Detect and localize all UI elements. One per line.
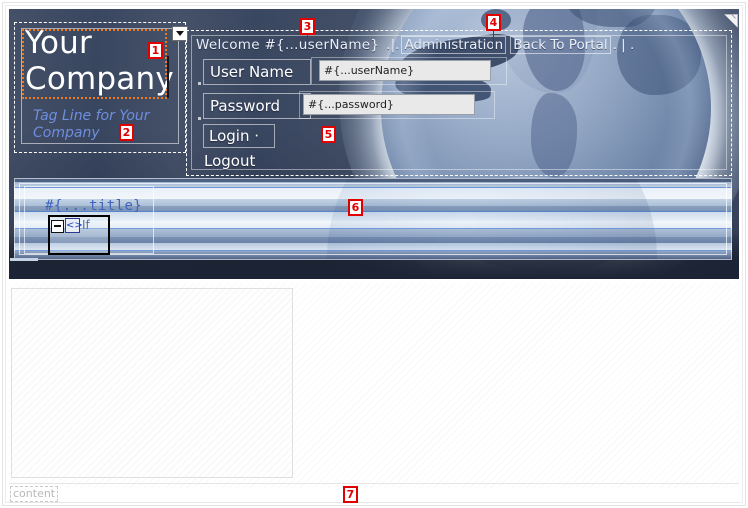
if-widget-label: If [82,218,90,232]
if-widget-toolbar: <> If [50,217,90,234]
content-divider [9,483,739,484]
annotation-marker-2: 2 [119,124,134,141]
collapse-minus-icon[interactable] [51,219,64,233]
content-divider-bottom [9,502,739,503]
nav-link-administration[interactable]: Administration [401,36,507,54]
field-row-username: User Name #{...userName} [203,57,533,85]
header-nav-bar: Welcome #{...userName} . | . Administrat… [196,36,634,54]
login-button[interactable]: Login · [203,124,275,148]
marker-leader-line [307,35,308,47]
content-placeholder-box[interactable] [11,288,293,478]
title-token-text[interactable]: #{...title} [45,198,142,214]
annotation-marker-3: 3 [300,18,315,35]
annotation-marker-6: 6 [348,199,363,216]
marker-leader-line [493,31,494,48]
row-bullet [198,82,201,85]
content-region-label: content [10,486,59,502]
text-caret [167,56,169,98]
page-designer-canvas: Your Company Tag Line for Your Company W… [0,0,748,508]
welcome-message: Welcome #{...userName} [196,37,380,53]
field-row-password: Password #{...password} [203,91,533,119]
annotation-marker-4: 4 [486,14,501,31]
nav-link-back-to-portal[interactable]: Back To Portal [510,36,611,54]
annotation-marker-5: 5 [321,126,336,143]
nav-separator-dot-2: . [395,37,400,53]
logout-link[interactable]: Logout [204,151,255,173]
code-tag-icon[interactable]: <> [65,218,83,233]
password-input[interactable]: #{...password} [303,94,475,115]
password-label: Password [203,93,311,119]
company-tagline-text[interactable]: Tag Line for Your Company [33,108,183,142]
strip-globe-graphic [327,179,657,259]
company-name-text[interactable]: Your Company [25,25,185,97]
username-input[interactable]: #{...userName} [319,60,491,81]
triangle-down-glyph [176,31,184,36]
minus-glyph [54,225,61,227]
annotation-marker-1: 1 [148,42,163,59]
annotation-marker-7: 7 [343,486,358,503]
if-conditional-widget[interactable]: <> If [48,215,110,255]
username-label: User Name [203,59,311,85]
row-bullet [198,117,201,120]
nav-trailing-separators: . | . [612,37,635,53]
if-widget-resize-handle[interactable] [10,258,38,261]
